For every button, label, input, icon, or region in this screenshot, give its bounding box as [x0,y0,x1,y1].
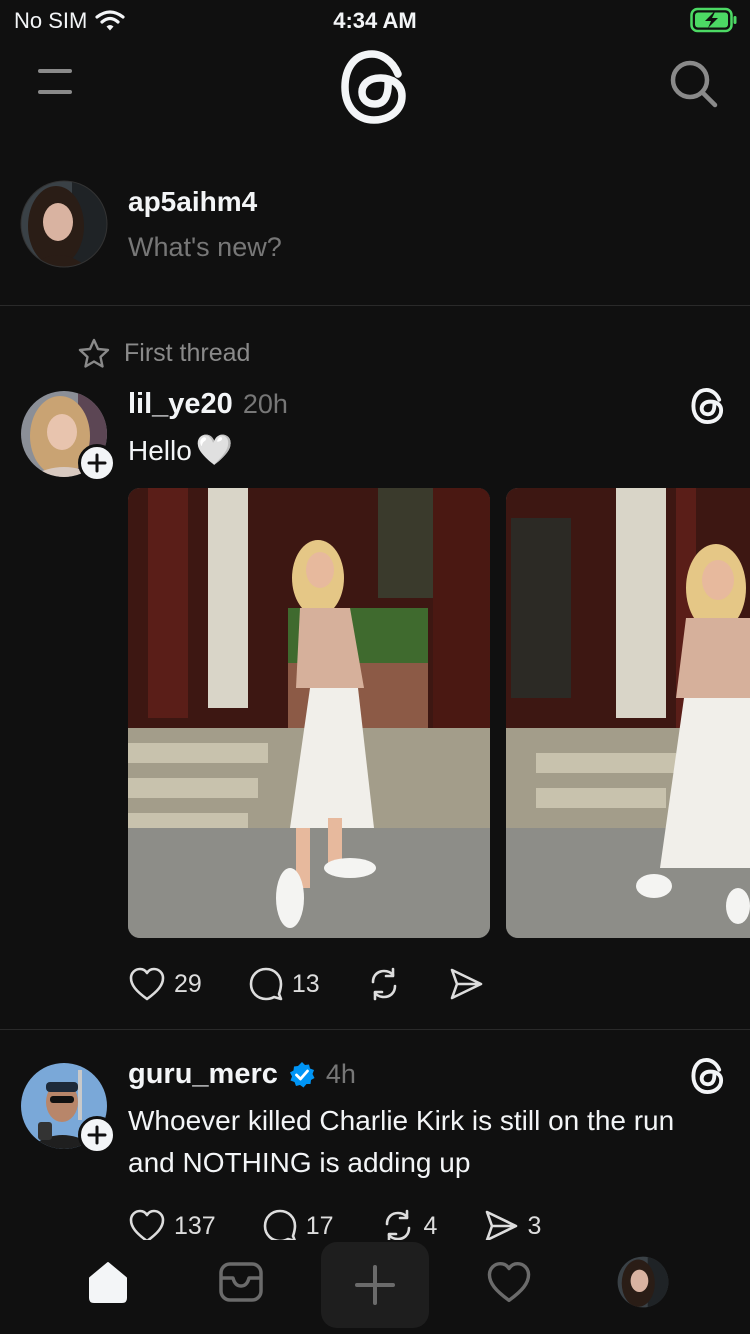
thread-post[interactable]: First thread lil_ye20 20h Hello 🤍 29 13 [0,330,750,1030]
repost-button[interactable]: 4 [380,1208,438,1240]
home-icon[interactable] [78,1252,138,1312]
thread-post[interactable]: guru_merc 4h Whoever killed Charlie Kirk… [0,1040,750,1240]
post-actions: 137 17 4 3 [128,1208,587,1240]
share-button[interactable]: 3 [483,1208,541,1240]
search-icon[interactable] [668,58,720,110]
post-username[interactable]: lil_ye20 [128,388,233,421]
verified-badge-icon [289,1061,315,1087]
carrier-text: No SIM [14,8,88,33]
first-thread-label: First thread [78,338,250,368]
heart-icon[interactable] [479,1252,539,1312]
top-nav [0,44,750,134]
heart-icon [129,967,165,1001]
inbox-icon[interactable] [211,1252,271,1312]
share-button[interactable] [448,966,484,1002]
threads-icon[interactable] [690,1057,726,1095]
post-photo[interactable] [506,488,750,938]
repost-icon [385,1209,410,1240]
like-button[interactable]: 137 [128,1208,216,1240]
post-body: Hello [128,435,192,466]
like-button[interactable]: 29 [128,966,202,1002]
white-heart-emoji: 🤍 [195,434,234,467]
follow-button[interactable] [78,1116,116,1154]
threads-logo[interactable] [340,50,410,124]
star-icon [78,338,110,368]
composer[interactable]: ap5aihm4 What's new? [0,178,750,306]
menu-icon[interactable] [34,66,78,100]
post-time: 4h [325,1059,356,1089]
tab-bar [0,1240,750,1334]
create-icon[interactable] [321,1242,429,1328]
reply-count: 13 [291,969,320,998]
share-count: 3 [527,1211,542,1240]
send-icon [450,968,482,1000]
post-username[interactable]: guru_merc [128,1058,278,1091]
reply-button[interactable]: 13 [248,966,320,1002]
repost-icon [371,967,396,1001]
repost-button[interactable] [366,966,402,1002]
threads-icon[interactable] [690,387,726,425]
status-bar: No SIM 4:34 AM [0,0,750,40]
comment-icon [263,1209,297,1240]
composer-username: ap5aihm4 [128,186,258,217]
post-avatar[interactable] [20,1062,116,1154]
like-count: 137 [174,1211,216,1240]
repost-count: 4 [423,1211,438,1240]
reply-count: 17 [305,1211,334,1240]
post-time: 20h [242,389,288,419]
post-actions: 29 13 [128,966,530,1002]
photo-carousel[interactable] [128,488,750,938]
heart-icon [129,1209,165,1240]
reply-button[interactable]: 17 [262,1208,334,1240]
follow-button[interactable] [78,444,116,482]
plus-icon [87,1125,107,1145]
post-body: Whoever killed Charlie Kirk is still on … [128,1105,675,1178]
profile-avatar[interactable] [613,1252,673,1312]
wifi-icon [95,10,125,31]
plus-icon [87,453,107,473]
status-left: No SIM [14,8,125,34]
post-avatar[interactable] [20,390,116,482]
new-thread-input[interactable]: What's new? [128,232,282,263]
post-header: guru_merc 4h [128,1058,356,1091]
comment-icon [249,967,283,1001]
like-count: 29 [174,969,202,998]
avatar[interactable] [20,180,108,268]
first-thread-text: First thread [124,338,251,367]
send-icon [486,1210,518,1240]
post-text: Hello 🤍 [128,430,233,472]
post-photo[interactable] [128,488,490,938]
post-header: lil_ye20 20h [128,388,288,421]
battery-charging-icon [690,6,738,39]
